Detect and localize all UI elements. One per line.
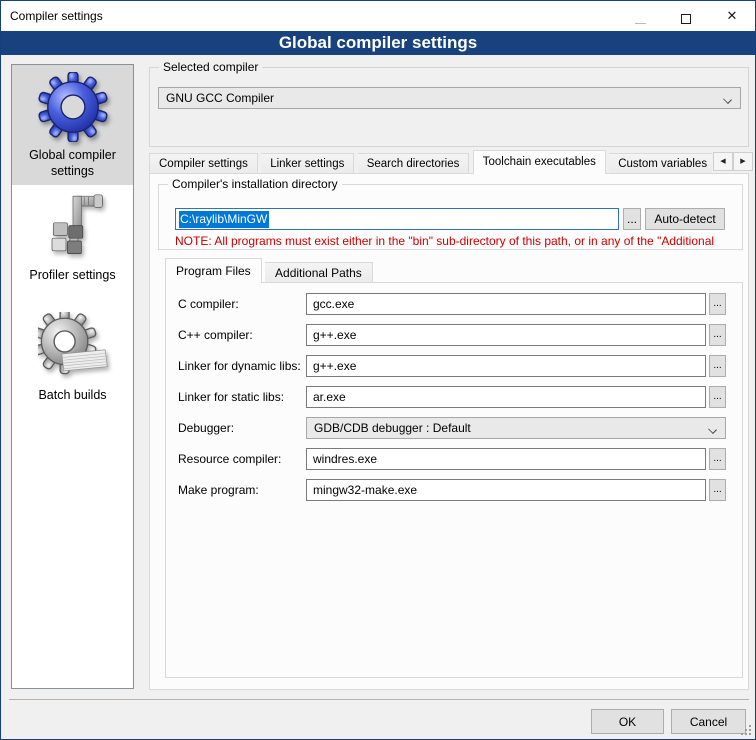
static-linker-input[interactable] (306, 386, 706, 408)
sidebar-item-profiler-settings[interactable]: Profiler settings (12, 185, 133, 305)
program-files-page: C compiler: ... C++ compiler: ... Linker… (165, 282, 743, 678)
make-program-row: Make program: ... (166, 479, 742, 501)
settings-tab-strip: Compiler settings Linker settings Search… (149, 150, 712, 174)
field-label: Linker for dynamic libs: (178, 359, 301, 373)
debugger-select[interactable]: GDB/CDB debugger : Default (306, 417, 726, 439)
field-label: Linker for static libs: (178, 390, 284, 404)
auto-detect-button[interactable]: Auto-detect (645, 208, 725, 230)
window-title: Compiler settings (10, 1, 103, 31)
compiler-select[interactable]: GNU GCC Compiler (158, 87, 741, 109)
minimize-button[interactable] (617, 1, 663, 30)
c-compiler-browse-button[interactable]: ... (709, 293, 726, 315)
selected-path-text: C:\raylib\MinGW (179, 211, 269, 228)
tab-search-directories[interactable]: Search directories (358, 153, 470, 174)
tab-additional-paths[interactable]: Additional Paths (265, 262, 373, 283)
debugger-select-value: GDB/CDB debugger : Default (314, 421, 471, 435)
title-bar: Compiler settings ✕ (1, 1, 755, 31)
tab-linker-settings[interactable]: Linker settings (261, 153, 354, 174)
field-label: Resource compiler: (178, 452, 281, 466)
group-label: Selected compiler (159, 60, 262, 74)
group-label: Compiler's installation directory (168, 177, 342, 191)
sidebar-item-label: Batch builds (34, 388, 110, 404)
page-title: Global compiler settings (1, 31, 755, 55)
settings-category-list: Global compiler settings Profiler settin… (11, 64, 134, 689)
tab-program-files[interactable]: Program Files (165, 258, 262, 283)
program-files-tab-strip: Program Files Additional Paths (165, 258, 373, 283)
chevron-down-icon (708, 425, 717, 434)
static-linker-browse-button[interactable]: ... (709, 386, 726, 408)
selected-compiler-group: Selected compiler GNU GCC Compiler Set a… (149, 67, 749, 147)
field-label: Make program: (178, 483, 259, 497)
static-linker-row: Linker for static libs: ... (166, 386, 742, 408)
make-program-input[interactable] (306, 479, 706, 501)
field-label: C++ compiler: (178, 328, 253, 342)
sidebar-item-label: Global compiler settings (12, 148, 133, 179)
bin-subdirectory-note: NOTE: All programs must exist either in … (175, 234, 741, 248)
toolchain-executables-page: Compiler's installation directory C:\ray… (149, 173, 749, 690)
tab-scroll-arrows: ◀▶ (713, 152, 753, 171)
dynamic-linker-browse-button[interactable]: ... (709, 355, 726, 377)
caliper-icon (38, 192, 108, 262)
cpp-compiler-row: C++ compiler: ... (166, 324, 742, 346)
compiler-select-value: GNU GCC Compiler (166, 91, 274, 105)
blue-gear-icon (38, 72, 108, 142)
resource-compiler-row: Resource compiler: ... (166, 448, 742, 470)
tab-scroll-left-icon[interactable]: ◀ (713, 152, 733, 171)
gray-gear-stack-icon (38, 312, 108, 382)
sidebar-item-global-compiler-settings[interactable]: Global compiler settings (12, 65, 133, 185)
tab-toolchain-executables[interactable]: Toolchain executables (473, 150, 606, 174)
field-label: Debugger: (178, 421, 234, 435)
resize-grip[interactable] (740, 724, 752, 736)
maximize-icon (681, 14, 691, 24)
debugger-row: Debugger: GDB/CDB debugger : Default (166, 417, 742, 439)
chevron-down-icon (723, 95, 732, 104)
make-program-browse-button[interactable]: ... (709, 479, 726, 501)
tab-compiler-settings[interactable]: Compiler settings (149, 153, 258, 174)
cancel-button[interactable]: Cancel (671, 709, 746, 734)
dynamic-linker-input[interactable] (306, 355, 706, 377)
installation-directory-input[interactable]: C:\raylib\MinGW (175, 208, 619, 230)
tab-custom-variables[interactable]: Custom variables (609, 153, 712, 174)
dynamic-linker-row: Linker for dynamic libs: ... (166, 355, 742, 377)
c-compiler-input[interactable] (306, 293, 706, 315)
minimize-icon (635, 23, 646, 24)
close-icon: ✕ (727, 8, 738, 23)
sidebar-item-batch-builds[interactable]: Batch builds (12, 305, 133, 425)
ok-button[interactable]: OK (591, 709, 664, 734)
footer-divider (9, 699, 749, 700)
sidebar-item-label: Profiler settings (25, 268, 119, 284)
resource-compiler-browse-button[interactable]: ... (709, 448, 726, 470)
field-label: C compiler: (178, 297, 239, 311)
cpp-compiler-browse-button[interactable]: ... (709, 324, 726, 346)
tab-scroll-right-icon[interactable]: ▶ (733, 152, 753, 171)
c-compiler-row: C compiler: ... (166, 293, 742, 315)
close-button[interactable]: ✕ (709, 1, 755, 30)
resource-compiler-input[interactable] (306, 448, 706, 470)
compiler-settings-window: Compiler settings ✕ Global compiler sett… (0, 0, 756, 740)
cpp-compiler-input[interactable] (306, 324, 706, 346)
installation-directory-group: Compiler's installation directory C:\ray… (158, 184, 743, 250)
browse-directory-button[interactable]: ... (623, 208, 641, 230)
maximize-button[interactable] (663, 1, 709, 30)
